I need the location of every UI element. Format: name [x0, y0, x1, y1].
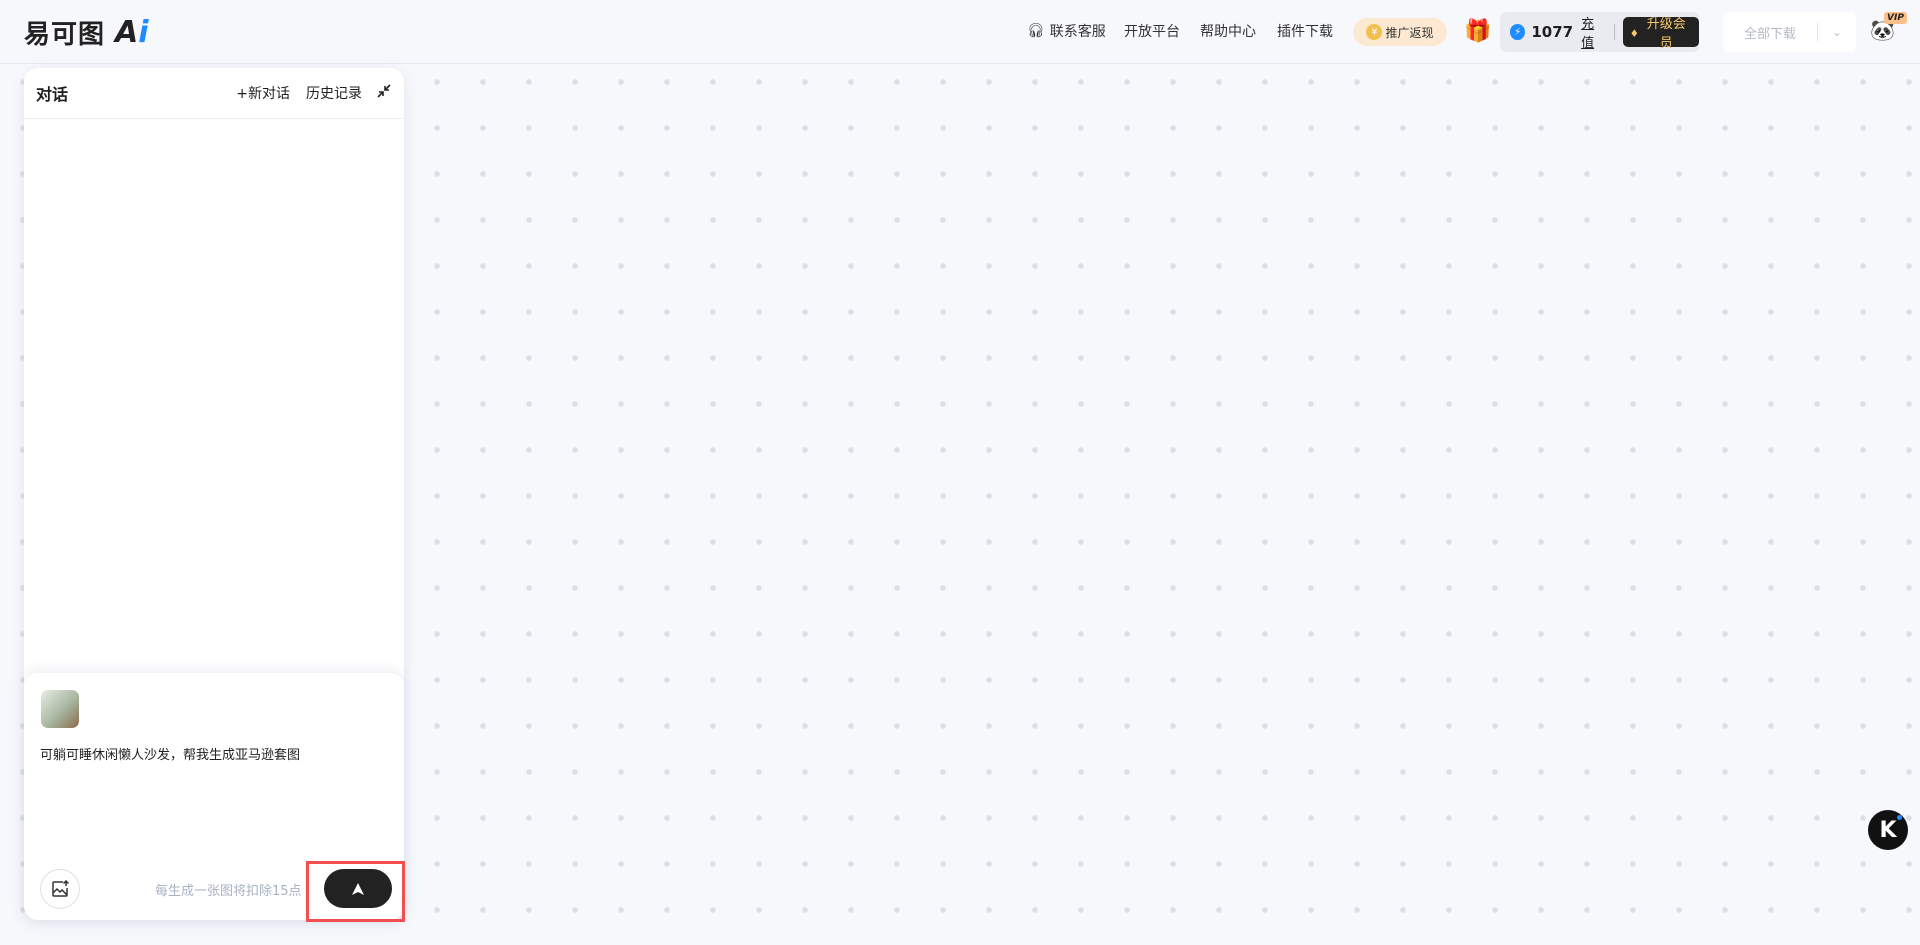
- download-all-dropdown[interactable]: 全部下载 ⌄: [1723, 12, 1856, 52]
- gift-icon[interactable]: 🎁: [1464, 19, 1491, 44]
- logo[interactable]: 易可图 Ai: [24, 14, 149, 51]
- nav-plugin-download[interactable]: 插件下载: [1277, 21, 1333, 41]
- upload-image-button[interactable]: [40, 869, 80, 909]
- top-header: 易可图 Ai 🎧︎ 联系客服 开放平台 帮助中心 插件下载 ¥ 推广返现 🎁 ⚡︎…: [0, 0, 1920, 64]
- nav-help-center[interactable]: 帮助中心: [1200, 21, 1256, 41]
- cost-hint: 每生成一张图将扣除15点: [155, 884, 302, 899]
- promo-label: 推广返现: [1385, 25, 1434, 40]
- new-chat-button[interactable]: +新对话: [236, 83, 290, 103]
- upgrade-label: 升级会员: [1646, 16, 1686, 50]
- collapse-icon[interactable]: [376, 83, 392, 103]
- divider: [1614, 24, 1615, 40]
- recharge-link[interactable]: 充值: [1581, 13, 1606, 51]
- logo-ai: Ai: [115, 15, 149, 50]
- prompt-input[interactable]: 可躺可睡休闲懒人沙发，帮我生成亚马逊套图: [40, 744, 300, 763]
- nav-customer-service[interactable]: 🎧︎ 联系客服: [1027, 21, 1106, 41]
- image-upload-icon: [52, 880, 69, 897]
- send-arrow-icon: [352, 882, 364, 895]
- credits-count: 1077: [1531, 23, 1574, 41]
- logo-text: 易可图: [24, 20, 106, 50]
- send-button[interactable]: [324, 869, 392, 908]
- chevron-down-icon[interactable]: ⌄: [1818, 26, 1856, 39]
- download-all-button[interactable]: 全部下载: [1723, 23, 1817, 42]
- history-button[interactable]: 历史记录: [306, 83, 362, 103]
- vip-badge: VIP: [1884, 12, 1907, 24]
- coin-icon: ¥: [1366, 24, 1383, 40]
- panel-title: 对话: [36, 85, 69, 104]
- headset-icon: 🎧︎: [1027, 23, 1045, 39]
- chat-panel: 对话 +新对话 历史记录 可躺可睡休闲懒人沙发，帮我生成亚马逊套图 每生成一张图…: [24, 68, 404, 920]
- upgrade-vip-button[interactable]: ♦ 升级会员: [1622, 16, 1699, 50]
- lightning-icon: ⚡︎: [1510, 24, 1526, 40]
- chat-input-card[interactable]: 可躺可睡休闲懒人沙发，帮我生成亚马逊套图 每生成一张图将扣除15点: [24, 673, 404, 920]
- attached-image-thumbnail[interactable]: [41, 690, 79, 728]
- floating-assistant-button[interactable]: K: [1868, 810, 1908, 850]
- diamond-icon: ♦: [1630, 24, 1638, 40]
- credits-box: ⚡︎ 1077 充值 ♦ 升级会员: [1500, 12, 1699, 52]
- promo-button[interactable]: ¥ 推广返现: [1353, 18, 1447, 46]
- nav-open-platform[interactable]: 开放平台: [1124, 21, 1180, 41]
- nav-label: 联系客服: [1049, 24, 1106, 40]
- chat-panel-header: 对话 +新对话 历史记录: [24, 68, 404, 119]
